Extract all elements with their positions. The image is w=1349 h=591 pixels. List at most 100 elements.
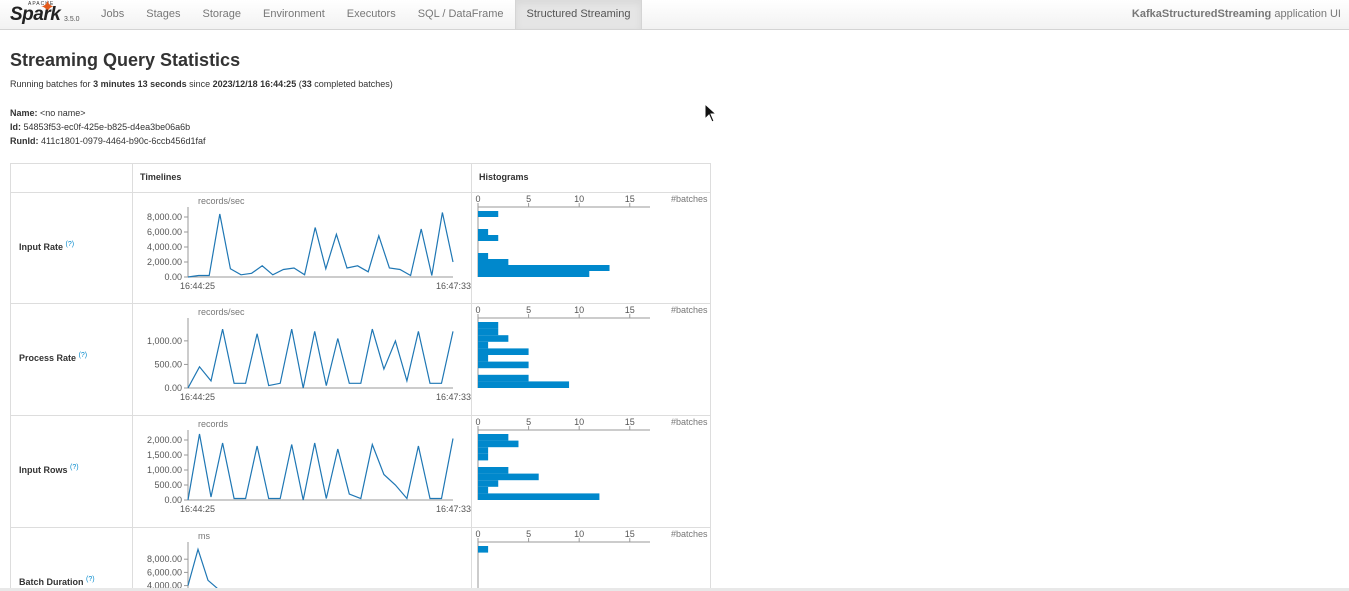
metric-name: Input Rate bbox=[19, 242, 63, 252]
y-tick-label: 2,000.00 bbox=[147, 257, 182, 267]
y-tick-label: 6,000.00 bbox=[147, 567, 182, 577]
x-tick-label: 10 bbox=[574, 417, 584, 427]
x-tick-label: 15 bbox=[625, 305, 635, 315]
summary-prefix: Running batches for bbox=[10, 79, 94, 89]
histogram-bar bbox=[478, 486, 489, 494]
x-tick-label-start: 16:44:25 bbox=[180, 392, 215, 402]
metric-label-input-rate: Input Rate (?) bbox=[19, 241, 74, 252]
series-line bbox=[187, 547, 219, 590]
metric-name: Process Rate bbox=[19, 353, 77, 363]
histogram-bar bbox=[478, 447, 489, 454]
spark-wordmark: Spark bbox=[10, 4, 61, 25]
tab-environment[interactable]: Environment bbox=[252, 0, 336, 29]
histogram-chart-process-rate: 0 5 10 15 #batches bbox=[475, 305, 708, 388]
query-id-label: Id: bbox=[10, 122, 21, 132]
histogram-bar bbox=[478, 335, 509, 342]
query-id: Id: 54853f53-ec0f-425e-b825-d4ea3be06a6b bbox=[10, 122, 190, 132]
metric-label-input-rows: Input Rows (?) bbox=[19, 464, 79, 475]
tab-storage[interactable]: Storage bbox=[192, 0, 253, 29]
histogram-chart-input-rate: 0 5 10 15 #batches bbox=[475, 194, 708, 277]
histogram-bar bbox=[478, 493, 600, 500]
timeline-chart-input-rate: records/sec 8,000.00 6,000.00 4,000.00 2,000… bbox=[147, 196, 471, 291]
histogram-unit-label: #batches bbox=[671, 194, 708, 204]
query-runid-value: 411c1801-0979-4464-b90c-6ccb456d1faf bbox=[38, 136, 206, 146]
histogram-bar bbox=[478, 322, 499, 329]
summary-start-time: 2023/12/18 16:44:25 bbox=[212, 79, 297, 89]
histogram-bar bbox=[478, 546, 489, 553]
tab-executors[interactable]: Executors bbox=[336, 0, 407, 29]
y-tick-label: 8,000.00 bbox=[147, 554, 182, 564]
y-tick-label: 500.00 bbox=[154, 480, 182, 490]
running-summary: Running batches for 3 minutes 13 seconds… bbox=[10, 79, 393, 89]
timeline-chart-process-rate: records/sec1,000.00500.000.0016:44:25 16:… bbox=[147, 307, 471, 402]
app-name: KafkaStructuredStreaming bbox=[1131, 8, 1272, 20]
y-axis-unit-label: records/sec bbox=[198, 307, 245, 317]
x-tick-label-start: 16:44:25 bbox=[180, 281, 215, 291]
tab-jobs[interactable]: Jobs bbox=[90, 0, 135, 29]
histogram-bar bbox=[478, 265, 610, 271]
spark-version: 3.5.0 bbox=[64, 16, 80, 23]
histogram-chart-batch-duration: 0 5 10 15 #batches bbox=[475, 529, 708, 591]
x-tick-label: 5 bbox=[526, 417, 531, 427]
histogram-bar bbox=[478, 355, 489, 362]
metric-name: Batch Duration bbox=[19, 577, 84, 587]
y-tick-label: 1,000.00 bbox=[147, 336, 182, 346]
metric-label-process-rate: Process Rate (?) bbox=[19, 352, 87, 363]
summary-since-label: since bbox=[186, 79, 213, 89]
query-name-value: <no name> bbox=[37, 108, 86, 118]
y-tick-label: 8,000.00 bbox=[147, 212, 182, 222]
x-tick-label-end: 16:47:33 bbox=[436, 392, 471, 402]
help-icon[interactable]: (?) bbox=[86, 576, 95, 583]
summary-duration: 3 minutes 13 seconds bbox=[93, 79, 187, 89]
query-name-label: Name: bbox=[10, 108, 38, 118]
series-line bbox=[187, 433, 454, 501]
query-id-value: 54853f53-ec0f-425e-b825-d4ea3be06a6b bbox=[21, 122, 191, 132]
y-tick-label: 1,500.00 bbox=[147, 450, 182, 460]
header-histograms: Histograms bbox=[479, 172, 529, 182]
nav-tabs: Jobs Stages Storage Environment Executor… bbox=[90, 0, 643, 30]
histogram-bar bbox=[478, 361, 529, 369]
histogram-bar bbox=[478, 271, 590, 277]
histogram-bar bbox=[478, 473, 539, 481]
y-axis-unit-label: records bbox=[198, 419, 229, 429]
mouse-cursor-icon bbox=[704, 103, 718, 123]
histogram-unit-label: #batches bbox=[671, 305, 708, 315]
histogram-bar bbox=[478, 381, 570, 388]
tab-structured-streaming[interactable]: Structured Streaming bbox=[514, 0, 643, 29]
y-axis-unit-label: ms bbox=[198, 531, 210, 541]
histogram-bar bbox=[478, 434, 509, 441]
histogram-bar bbox=[478, 235, 499, 241]
histogram-bar bbox=[478, 253, 489, 259]
summary-completed-count: 33 bbox=[301, 79, 312, 89]
histogram-bar bbox=[478, 453, 489, 461]
series-line bbox=[187, 328, 454, 389]
x-tick-label: 0 bbox=[475, 305, 480, 315]
help-icon[interactable]: (?) bbox=[66, 241, 75, 248]
x-tick-label: 10 bbox=[574, 194, 584, 204]
tab-stages[interactable]: Stages bbox=[135, 0, 191, 29]
timeline-chart-batch-duration: ms8,000.006,000.004,000.00 bbox=[147, 531, 219, 591]
series-line bbox=[187, 212, 454, 278]
y-axis-unit-label: records/sec bbox=[198, 196, 245, 206]
histogram-bar bbox=[478, 328, 499, 336]
help-icon[interactable]: (?) bbox=[79, 352, 88, 359]
metric-name: Input Rows bbox=[19, 465, 68, 475]
x-tick-label-start: 16:44:25 bbox=[180, 504, 215, 514]
help-icon[interactable]: (?) bbox=[70, 464, 79, 471]
x-tick-label: 15 bbox=[625, 529, 635, 539]
x-tick-label: 0 bbox=[475, 194, 480, 204]
x-tick-label: 5 bbox=[526, 529, 531, 539]
top-navbar: APACHE ✦ Spark 3.5.0 Jobs Stages Storage… bbox=[0, 0, 1349, 30]
y-tick-label: 500.00 bbox=[154, 359, 182, 369]
spark-logo[interactable]: APACHE ✦ Spark 3.5.0 bbox=[8, 0, 88, 29]
y-tick-label: 6,000.00 bbox=[147, 227, 182, 237]
application-name: KafkaStructuredStreaming application UI bbox=[1132, 0, 1341, 29]
y-tick-label: 1,000.00 bbox=[147, 465, 182, 475]
tab-sql-dataframe[interactable]: SQL / DataFrame bbox=[407, 0, 515, 29]
x-tick-label: 10 bbox=[574, 529, 584, 539]
x-tick-label: 15 bbox=[625, 417, 635, 427]
x-tick-label: 5 bbox=[526, 305, 531, 315]
histogram-bar bbox=[478, 229, 489, 235]
x-tick-label: 0 bbox=[475, 529, 480, 539]
summary-completed-suffix: completed batches) bbox=[311, 79, 393, 89]
